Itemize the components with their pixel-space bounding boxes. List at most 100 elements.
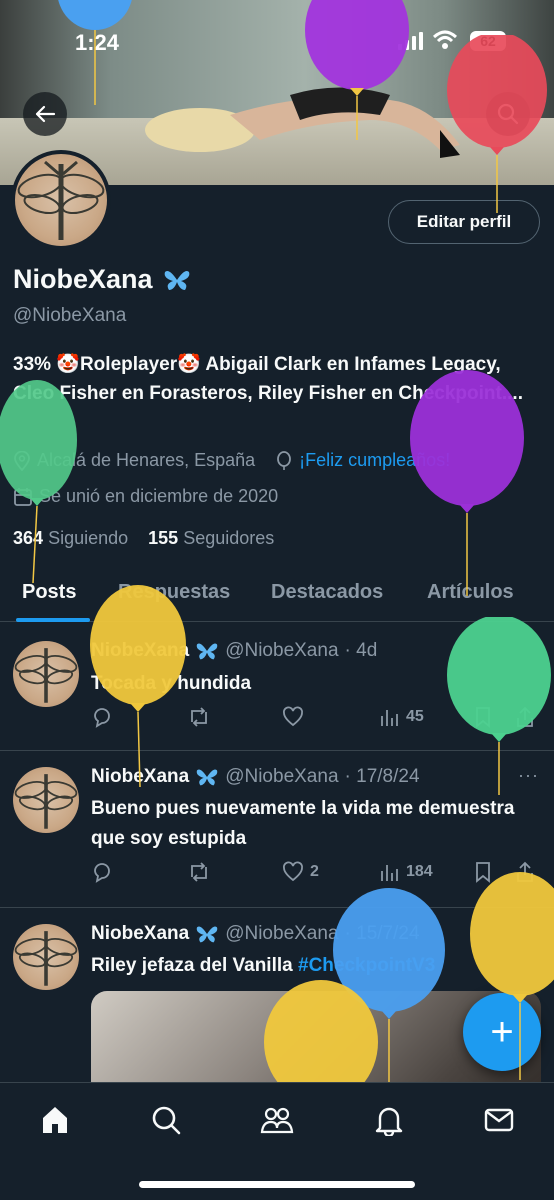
post-header: NiobeXana @NiobeXana · 17/8/24 — [91, 766, 420, 788]
plus-icon: + — [490, 1010, 514, 1054]
nav-search[interactable] — [149, 1103, 183, 1137]
profile-name-text: NiobeXana — [13, 264, 153, 294]
home-indicator — [139, 1181, 415, 1188]
search-button[interactable] — [486, 92, 530, 136]
butterfly-icon — [196, 643, 218, 660]
nav-communities[interactable] — [260, 1103, 294, 1137]
tab-respuestas[interactable]: Respuestas — [118, 581, 230, 604]
repost-button[interactable] — [187, 706, 211, 728]
nav-notifications[interactable] — [372, 1103, 406, 1137]
views-button[interactable]: 45 — [378, 706, 424, 728]
tab-articulos[interactable]: Artículos — [427, 581, 514, 604]
post-text: Bueno pues nuevamente la vida me demuest… — [91, 798, 515, 849]
views-count: 45 — [406, 708, 424, 725]
views-icon — [381, 710, 398, 726]
views-icon — [381, 865, 398, 881]
followers-link[interactable]: 155 Seguidores — [148, 528, 274, 548]
share-icon — [517, 861, 533, 882]
reply-button[interactable] — [91, 706, 113, 728]
profile-name: NiobeXana — [13, 264, 191, 295]
followers-label: Seguidores — [183, 528, 275, 548]
home-icon — [43, 1107, 67, 1133]
post-text-body: Riley jefaza del Vanilla — [91, 955, 298, 976]
post-more-button[interactable]: ··· — [518, 765, 539, 786]
search-icon — [152, 1106, 181, 1135]
post-item[interactable]: NiobeXana @NiobeXana · 4d Tocada y hundi… — [0, 623, 554, 751]
profile-joined-row: Se unió en diciembre de 2020 — [13, 486, 278, 507]
bookmark-button[interactable] — [473, 706, 493, 728]
profile-meta-row: Alcalá de Henares, España ¡Feliz cumplea… — [13, 450, 450, 471]
post-time: · 17/8/24 — [344, 766, 420, 787]
butterfly-icon — [196, 926, 218, 943]
communities-icon — [260, 1107, 294, 1134]
dragonfly-avatar-image — [14, 931, 78, 986]
reply-icon — [94, 863, 110, 883]
bookmark-icon — [476, 707, 490, 728]
butterfly-icon — [164, 270, 189, 290]
post-item[interactable]: NiobeXana @NiobeXana · 17/8/24 ··· Bueno… — [0, 751, 554, 908]
like-button[interactable] — [282, 706, 310, 728]
search-icon — [497, 103, 519, 125]
balloon-decoration — [0, 380, 77, 584]
profile-location: Alcalá de Henares, España — [37, 450, 256, 470]
post-actions: 45 — [91, 706, 541, 736]
post-author-name[interactable]: NiobeXana — [91, 923, 189, 945]
profile-handle: @NiobeXana — [13, 305, 127, 326]
nav-home[interactable] — [38, 1103, 72, 1137]
following-label: Siguiendo — [48, 528, 129, 548]
nav-messages[interactable] — [482, 1103, 516, 1137]
following-count: 364 — [13, 528, 44, 548]
compose-post-button[interactable]: + — [463, 993, 541, 1071]
post-author-handle: @NiobeXana — [225, 640, 339, 661]
butterfly-icon — [196, 769, 218, 786]
tab-destacados[interactable]: Destacados — [271, 581, 383, 604]
post-text: Riley jefaza del Vanilla #CheckpointV3 — [91, 951, 531, 981]
post-author-handle: @NiobeXana — [225, 766, 339, 787]
reply-button[interactable] — [91, 861, 113, 883]
follow-stats: 364 Siguiendo 155 Seguidores — [13, 528, 274, 549]
balloon-icon — [277, 450, 292, 470]
repost-icon — [191, 862, 207, 882]
reply-icon — [94, 708, 110, 728]
dragonfly-avatar-image — [17, 160, 105, 240]
dragonfly-avatar-image — [14, 774, 78, 829]
post-actions: 2 184 — [91, 861, 541, 891]
bookmark-icon — [476, 862, 490, 883]
battery-indicator: 62 — [470, 31, 506, 51]
post-time: · 15/7/24 — [344, 923, 420, 944]
wifi-icon — [432, 30, 458, 49]
post-avatar[interactable] — [13, 641, 79, 707]
heart-icon — [283, 861, 303, 882]
tab-posts[interactable]: Posts — [22, 581, 76, 604]
share-icon — [517, 706, 533, 727]
post-avatar[interactable] — [13, 924, 79, 990]
followers-count: 155 — [148, 528, 179, 548]
active-tab-indicator — [16, 618, 90, 622]
post-author-name[interactable]: NiobeXana — [91, 640, 189, 662]
profile-avatar[interactable] — [11, 150, 111, 250]
like-count: 2 — [310, 863, 319, 880]
repost-button[interactable] — [187, 861, 211, 883]
like-button[interactable]: 2 — [282, 861, 319, 883]
post-author-name[interactable]: NiobeXana — [91, 766, 189, 788]
following-link[interactable]: 364 Siguiendo — [13, 528, 128, 548]
heart-icon — [283, 706, 303, 727]
views-button[interactable]: 184 — [378, 861, 433, 883]
share-button[interactable] — [515, 861, 535, 883]
arrow-left-icon — [35, 105, 56, 123]
hashtag-link[interactable]: #CheckpointV3 — [298, 955, 435, 976]
post-author-handle: @NiobeXana — [225, 923, 339, 944]
post-avatar[interactable] — [13, 767, 79, 833]
notifications-icon — [375, 1107, 403, 1136]
location-pin-icon — [14, 450, 30, 471]
status-bar: 1:24 62 — [0, 0, 554, 80]
back-button[interactable] — [23, 92, 67, 136]
views-count: 184 — [406, 863, 433, 880]
birthday-link[interactable]: ¡Feliz cumpleaños! — [299, 450, 450, 471]
bookmark-button[interactable] — [473, 861, 493, 883]
messages-icon — [484, 1108, 514, 1132]
profile-tabs: Posts Respuestas Destacados Artículos — [0, 570, 554, 622]
dragonfly-avatar-image — [14, 648, 78, 703]
edit-profile-button[interactable]: Editar perfil — [388, 200, 540, 244]
share-button[interactable] — [515, 706, 535, 728]
